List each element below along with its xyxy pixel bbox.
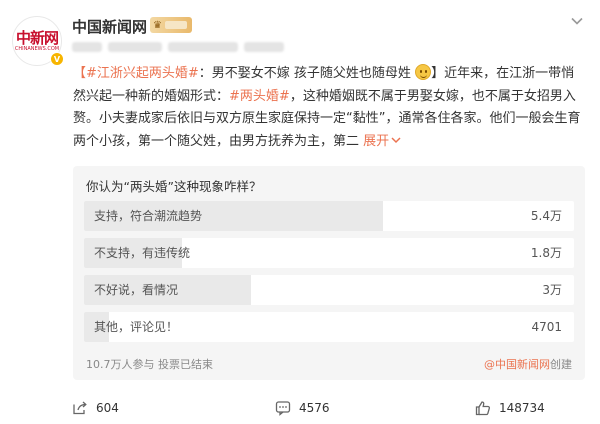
account-name[interactable]: 中国新闻网 <box>72 16 147 37</box>
poll-option[interactable]: 支持，符合潮流趋势 5.4万 <box>84 201 574 231</box>
repost-icon <box>73 401 87 415</box>
blurred-time <box>108 42 162 52</box>
poll-option[interactable]: 其他，评论见！ 4701 <box>84 312 574 342</box>
smile-emoji-icon <box>415 64 432 80</box>
post-header: 中新网 CHINANEWS.COM V 中国新闻网 ♛ <box>12 10 588 66</box>
post-text: 【#江浙兴起两头婚#：男不娶女不嫁 孩子随父姓也随母姓 】近年来，在江浙一带悄然… <box>73 63 583 153</box>
topic-tag-jiangzhe[interactable]: 【#江浙兴起两头婚# <box>73 66 199 81</box>
poll-card: 你认为“两头婚”这种现象咋样？ 支持，符合潮流趋势 5.4万 不支持，有违传统 … <box>73 166 585 380</box>
like-button[interactable]: 148734 <box>475 400 545 416</box>
vip-badge[interactable]: ♛ <box>150 17 192 33</box>
post-text-part1: ：男不娶女不嫁 孩子随父姓也随母姓 <box>198 66 411 81</box>
poll-option-count: 4701 <box>531 320 562 334</box>
verified-badge-icon: V <box>50 52 64 66</box>
poll-source-suffix: 创建 <box>550 358 572 371</box>
poll-source: @中国新闻网创建 <box>484 356 572 372</box>
poll-option-label: 不好说，看情况 <box>94 283 179 297</box>
repost-button[interactable]: 604 <box>72 400 119 416</box>
chevron-down-icon <box>391 136 401 143</box>
expand-link[interactable]: 展开 <box>363 134 401 149</box>
poll-source-account[interactable]: @中国新闻网 <box>484 358 550 371</box>
action-bar: 604 4576 148734 <box>0 392 600 424</box>
like-count: 148734 <box>499 401 545 415</box>
poll-option-count: 3万 <box>542 283 562 297</box>
poll-option[interactable]: 不支持，有违传统 1.8万 <box>84 238 574 268</box>
repost-count: 604 <box>96 401 119 415</box>
crown-icon: ♛ <box>153 19 162 31</box>
poll-option[interactable]: 不好说，看情况 3万 <box>84 275 574 305</box>
more-chevron-down-icon[interactable] <box>570 14 584 28</box>
comment-icon <box>275 401 291 416</box>
expand-label: 展开 <box>363 133 390 149</box>
topic-tag-liangtouhun[interactable]: #两头婚# <box>229 89 290 104</box>
post-meta-blurred <box>72 40 352 54</box>
blurred-extra <box>244 42 284 52</box>
comment-button[interactable]: 4576 <box>275 400 330 416</box>
poll-option-count: 5.4万 <box>530 209 562 223</box>
poll-option-count: 1.8万 <box>530 246 562 260</box>
avatar-logo: 中新网 <box>15 29 59 47</box>
poll-footer: 10.7万人参与 投票已结束 <box>86 358 213 371</box>
comment-count: 4576 <box>299 401 330 415</box>
poll-option-label: 不支持，有违传统 <box>94 246 191 260</box>
poll-option-label: 支持，符合潮流趋势 <box>94 209 203 223</box>
blurred-date <box>72 42 102 52</box>
blurred-source <box>168 42 238 52</box>
avatar-logo-sub: CHINANEWS.COM <box>14 46 60 52</box>
poll-question: 你认为“两头婚”这种现象咋样？ <box>86 179 262 194</box>
poll-option-label: 其他，评论见！ <box>94 320 179 334</box>
thumbs-up-icon <box>475 401 491 416</box>
vip-level-blurred <box>164 21 187 29</box>
